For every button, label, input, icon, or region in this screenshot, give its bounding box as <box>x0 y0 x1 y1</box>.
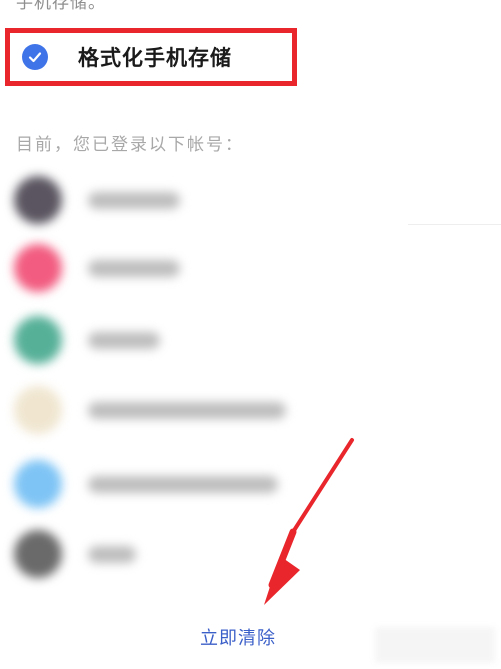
arrow-annotation <box>264 438 354 605</box>
clear-now-button[interactable]: 立即清除 <box>200 624 276 650</box>
watermark <box>375 627 495 663</box>
